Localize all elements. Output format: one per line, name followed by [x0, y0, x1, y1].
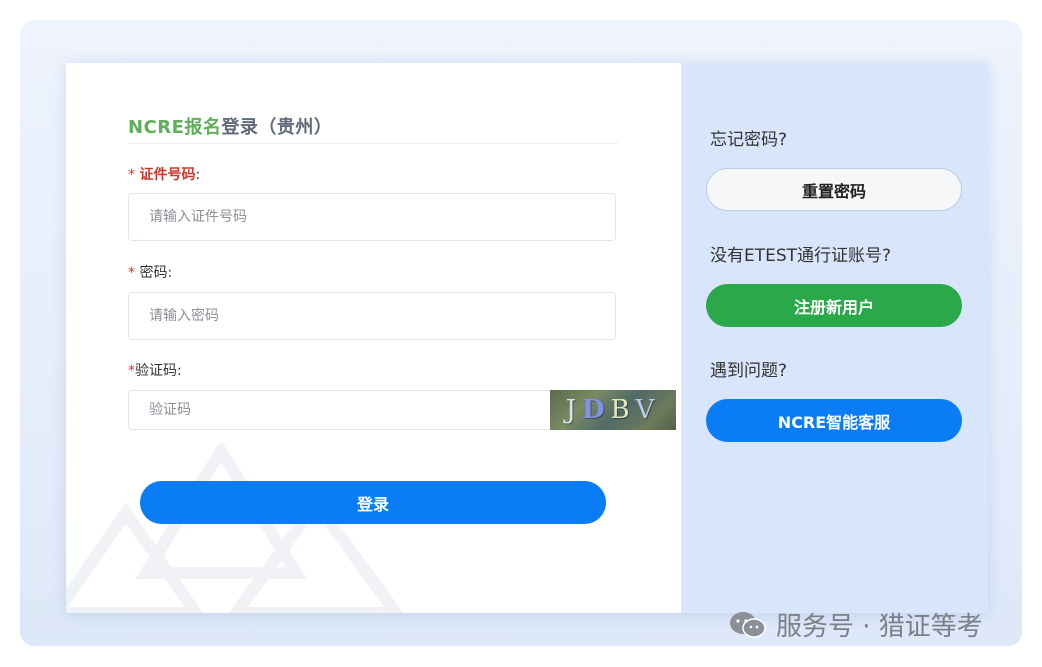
forgot-password-text: 忘记密码?	[710, 130, 788, 150]
support-button[interactable]: NCRE智能客服	[706, 399, 962, 442]
wechat-icon	[730, 611, 766, 638]
password-input[interactable]	[128, 292, 616, 340]
watermark-text: 服务号 · 猎证等考	[776, 612, 983, 642]
captcha-input[interactable]	[128, 390, 552, 430]
help-panel: 忘记密码? 重置密码 没有ETEST通行证账号? 注册新用户 遇到问题? NCR…	[681, 63, 988, 613]
login-title: NCRE报名登录（贵州）	[128, 113, 332, 139]
title-brand: NCRE报名	[128, 117, 222, 138]
title-suffix: 登录（贵州）	[221, 117, 333, 138]
captcha-char: D	[582, 395, 611, 425]
title-divider	[128, 143, 618, 144]
problem-text: 遇到问题?	[710, 361, 788, 381]
register-button[interactable]: 注册新用户	[706, 284, 962, 327]
login-button[interactable]: 登录	[140, 481, 606, 524]
triangle-decoration	[66, 443, 404, 613]
login-card: NCRE报名登录（贵州） * 证件号码: * 密码: *验证码: J D B V…	[66, 63, 988, 613]
captcha-label: *验证码:	[128, 363, 182, 379]
captcha-char: J	[565, 395, 582, 425]
login-panel: NCRE报名登录（贵州） * 证件号码: * 密码: *验证码: J D B V…	[66, 63, 681, 613]
captcha-image[interactable]: J D B V	[550, 390, 676, 430]
password-label: * 密码:	[128, 265, 173, 281]
captcha-char: B	[610, 395, 636, 425]
captcha-char: V	[635, 395, 661, 425]
reset-password-button[interactable]: 重置密码	[706, 168, 962, 211]
id-label: * 证件号码:	[128, 167, 201, 183]
id-number-input[interactable]	[128, 193, 616, 241]
no-account-text: 没有ETEST通行证账号?	[710, 246, 892, 266]
watermark: 服务号 · 猎证等考	[728, 606, 983, 643]
